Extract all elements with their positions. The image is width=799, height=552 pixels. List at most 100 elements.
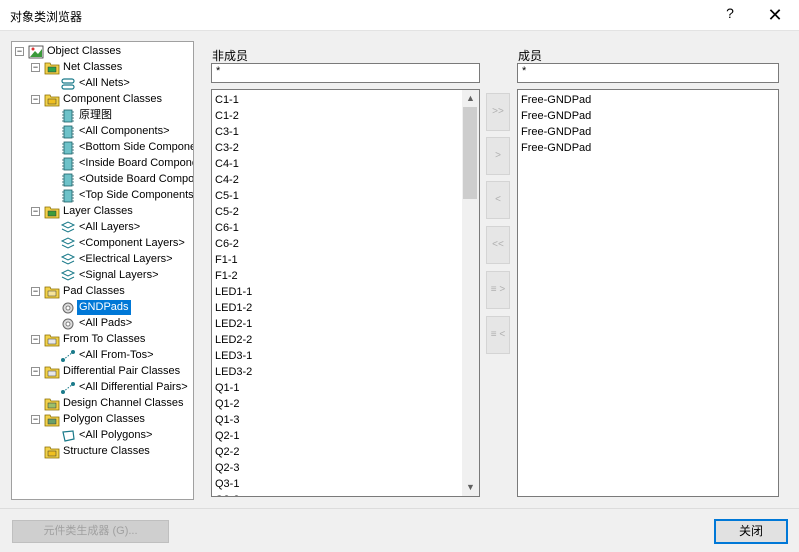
tree-node-group[interactable]: − Layer Classes — [12, 204, 193, 220]
list-item[interactable]: C5-1 — [215, 188, 239, 204]
tree-node-label: <Electrical Layers> — [79, 253, 173, 265]
non-members-label: 非成员 — [212, 49, 249, 63]
list-item[interactable]: C3-1 — [215, 124, 239, 140]
tree-node-label: <All Pads> — [79, 317, 133, 329]
collapse-toggle-icon[interactable]: − — [31, 207, 40, 216]
list-item[interactable]: Q2-1 — [215, 428, 239, 444]
tree-node-group[interactable]: − Polygon Classes — [12, 412, 193, 428]
tree-node-item[interactable]: <Signal Layers> — [12, 268, 193, 284]
tree-node-group[interactable]: − From To Classes — [12, 332, 193, 348]
list-item[interactable]: F1-2 — [215, 268, 238, 284]
move-left-button[interactable]: < — [486, 181, 510, 219]
tree-node-item[interactable]: <Electrical Layers> — [12, 252, 193, 268]
collapse-toggle-icon[interactable]: − — [31, 335, 40, 344]
tree-node-item[interactable]: <All Layers> — [12, 220, 193, 236]
collapse-toggle-icon[interactable]: − — [31, 63, 40, 72]
tree-node-group[interactable]: − Net Classes — [12, 60, 193, 76]
tree-node-item[interactable]: <Inside Board Compone — [12, 156, 193, 172]
tree-node-item[interactable]: <All Pads> — [12, 316, 193, 332]
scroll-down-icon[interactable]: ▼ — [462, 479, 479, 496]
list-item[interactable]: C3-2 — [215, 140, 239, 156]
collapse-toggle-icon[interactable]: − — [31, 287, 40, 296]
move-all-left-button[interactable]: << — [486, 226, 510, 264]
move-all-right-button[interactable]: >> — [486, 93, 510, 131]
scroll-thumb[interactable] — [463, 107, 477, 199]
tree-node-item[interactable]: 原理图 — [12, 108, 193, 124]
list-item[interactable]: Free-GNDPad — [521, 140, 591, 156]
tree-node-label: Pad Classes — [63, 285, 125, 297]
diff-pair-class-icon — [44, 365, 60, 379]
list-item[interactable]: Q1-1 — [215, 380, 239, 396]
list-item[interactable]: Q1-2 — [215, 396, 239, 412]
scroll-up-icon[interactable]: ▲ — [462, 90, 479, 107]
tree-node-label: <Outside Board Compor — [79, 173, 194, 185]
list-item[interactable]: C1-2 — [215, 108, 239, 124]
list-item[interactable]: LED3-2 — [215, 364, 252, 380]
tree-node-label: <All From-Tos> — [79, 349, 154, 361]
members-list[interactable]: Free-GNDPad Free-GNDPad Free-GNDPad Free-GN… — [517, 89, 779, 497]
tree-node-item[interactable]: <All Differential Pairs> — [12, 380, 193, 396]
tree-node-group[interactable]: Structure Classes — [12, 444, 193, 460]
close-window-button[interactable]: ✕ — [762, 3, 788, 27]
list-item[interactable]: C4-2 — [215, 172, 239, 188]
list-item[interactable]: Q2-2 — [215, 444, 239, 460]
class-generator-button[interactable]: 元件类生成器 (G)... — [12, 520, 169, 543]
list-item[interactable]: C6-2 — [215, 236, 239, 252]
list-item[interactable]: C6-1 — [215, 220, 239, 236]
list-item[interactable]: LED2-1 — [215, 316, 252, 332]
list-item[interactable]: Free-GNDPad — [521, 124, 591, 140]
collapse-toggle-icon[interactable]: − — [31, 95, 40, 104]
collapse-toggle-icon[interactable]: − — [31, 415, 40, 424]
non-members-list[interactable]: Q3-2Q3-1Q2-3Q2-2Q2-1Q1-3Q1-2Q1-1LED3-2LE… — [211, 89, 480, 497]
object-classes-tree[interactable]: − Object Classes − Net Classes <All Nets> − Co… — [11, 41, 194, 500]
list-item[interactable]: Free-GNDPad — [521, 108, 591, 124]
list-item[interactable]: Q1-3 — [215, 412, 239, 428]
root-icon — [28, 45, 44, 59]
tree-node-label: <Component Layers> — [79, 237, 185, 249]
tree-node-item[interactable]: <Bottom Side Componer — [12, 140, 193, 156]
move-selected-right-button[interactable]: ≡ > — [486, 271, 510, 309]
list-item[interactable]: F1-1 — [215, 252, 238, 268]
list-item[interactable]: LED3-1 — [215, 348, 252, 364]
list-item[interactable]: C1-1 — [215, 92, 239, 108]
tree-node-item[interactable]: <All From-Tos> — [12, 348, 193, 364]
collapse-toggle-icon[interactable]: − — [31, 367, 40, 376]
tree-node-item[interactable]: <Component Layers> — [12, 236, 193, 252]
list-item[interactable]: Q3-1 — [215, 476, 239, 492]
list-item[interactable]: LED1-2 — [215, 300, 252, 316]
tree-node-group[interactable]: − Component Classes — [12, 92, 193, 108]
component-icon — [60, 173, 76, 187]
help-button[interactable]: ? — [722, 5, 738, 21]
tree-node-item[interactable]: <All Polygons> — [12, 428, 193, 444]
move-selected-left-button[interactable]: ≡ < — [486, 316, 510, 354]
tree-node-root[interactable]: − Object Classes — [12, 44, 193, 60]
tree-node-label: <Signal Layers> — [79, 269, 159, 281]
design-channel-class-icon — [44, 397, 60, 411]
tree-node-group[interactable]: − Pad Classes — [12, 284, 193, 300]
tree-node-item[interactable]: <All Components> — [12, 124, 193, 140]
list-item[interactable]: LED2-2 — [215, 332, 252, 348]
layer-icon — [60, 221, 76, 235]
tree-node-item[interactable]: GNDPads — [12, 300, 193, 316]
tree-node-item[interactable]: <Outside Board Compor — [12, 172, 193, 188]
list-item[interactable]: LED1-1 — [215, 284, 252, 300]
list-item[interactable]: Free-GNDPad — [521, 92, 591, 108]
diff-pair-icon — [60, 381, 76, 395]
tree-node-item[interactable]: <All Nets> — [12, 76, 193, 92]
non-members-filter-input[interactable]: * — [211, 63, 480, 83]
tree-node-group[interactable]: Design Channel Classes — [12, 396, 193, 412]
list-item[interactable]: Q2-3 — [215, 460, 239, 476]
tree-node-group[interactable]: − Differential Pair Classes — [12, 364, 193, 380]
members-filter-input[interactable]: * — [517, 63, 779, 83]
component-icon — [60, 109, 76, 123]
list-item[interactable]: C4-1 — [215, 156, 239, 172]
close-button[interactable]: 关闭 — [714, 519, 788, 544]
list-item[interactable]: C5-2 — [215, 204, 239, 220]
tree-node-label: <Top Side Components: — [79, 189, 194, 201]
tree-node-item[interactable]: <Top Side Components: — [12, 188, 193, 204]
move-right-button[interactable]: > — [486, 137, 510, 175]
collapse-toggle-icon[interactable]: − — [15, 47, 24, 56]
non-members-scrollbar[interactable]: ▲ ▼ — [462, 90, 479, 496]
structure-class-icon — [44, 445, 60, 459]
list-item[interactable]: Q3-2 — [215, 492, 239, 496]
